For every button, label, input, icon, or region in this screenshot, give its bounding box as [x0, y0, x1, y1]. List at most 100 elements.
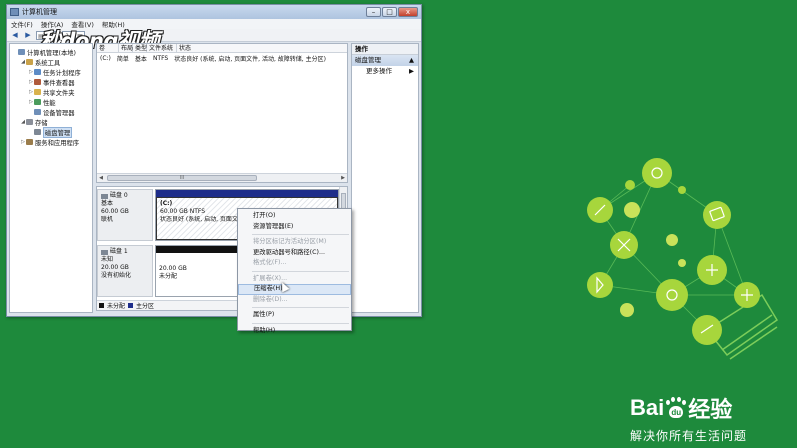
tree-node[interactable]: 计算机管理(本地) — [10, 47, 92, 57]
maximize-button[interactable]: □ — [382, 7, 397, 17]
logo-text-bai: Bai — [630, 395, 665, 420]
legend-swatch-primary — [128, 303, 134, 308]
column-header-volume[interactable]: 卷 — [97, 44, 119, 52]
tree-node-label: 计算机管理(本地) — [27, 49, 76, 57]
tree-node-label: 设备管理器 — [43, 109, 75, 117]
context-menu-item[interactable]: 打开(O) — [238, 211, 351, 222]
disk-type: 未知 — [101, 256, 114, 263]
disk-type: 基本 — [101, 200, 114, 207]
disk-name: 磁盘 0 — [110, 192, 128, 199]
tree-node-icon — [26, 119, 33, 125]
baidu-paw-icon: du — [665, 397, 687, 419]
column-header-layout[interactable]: 布局 — [119, 44, 133, 52]
baidu-jingyan-logo: Bai du 经验 — [630, 392, 747, 424]
actions-section-label: 磁盘管理 — [355, 56, 381, 64]
tree-node-label: 共享文件夹 — [43, 89, 75, 97]
tree-node[interactable]: ▷ 任务计划程序 — [10, 67, 92, 77]
column-header-type[interactable]: 类型 — [133, 44, 147, 52]
tree-node-label: 服务和应用程序 — [35, 139, 80, 147]
close-button[interactable]: x — [398, 7, 418, 17]
disk-size: 60.00 GB — [101, 208, 129, 215]
disk-info-0[interactable]: 磁盘 0 基本 60.00 GB 联机 — [97, 189, 153, 241]
status-cell: 状态良好 (系统, 启动, 页面文件, 活动, 故障转储, 主分区) — [174, 55, 326, 63]
column-header-status[interactable]: 状态 — [177, 44, 347, 52]
volume-list: 卷 布局 类型 文件系统 状态 (C:) 简单 基本 NTFS 状态良好 (系统… — [96, 43, 348, 183]
volume-row[interactable]: (C:) 简单 基本 NTFS 状态良好 (系统, 启动, 页面文件, 活动, … — [97, 53, 347, 63]
column-header-filesystem[interactable]: 文件系统 — [147, 44, 177, 52]
tree-node[interactable]: 磁盘管理 — [10, 126, 92, 138]
disk-icon — [101, 193, 108, 199]
more-actions-label: 更多操作 — [366, 67, 392, 75]
tree-node[interactable]: ▷ 事件查看器 — [10, 77, 92, 87]
tree-node-icon — [34, 99, 41, 105]
tree-node-label: 性能 — [43, 99, 56, 107]
tree-node-label: 存储 — [35, 119, 48, 127]
baidu-jingyan-branding: Bai du 经验 解决你所有生活问题 — [630, 392, 747, 444]
tree-node[interactable]: ▷ 服务和应用程序 — [10, 137, 92, 147]
partition-title: (C:) — [160, 200, 173, 207]
collapse-arrow-icon[interactable]: ▲ — [409, 55, 414, 66]
tree-node[interactable]: ▷ 性能 — [10, 97, 92, 107]
context-menu-item[interactable]: 资源管理器(E) — [238, 222, 351, 233]
logo-text-du: du — [669, 406, 684, 418]
tree-node[interactable]: 设备管理器 — [10, 107, 92, 117]
main-content: 计算机管理(本地) ◢ 系统工具 ▷ 任务计划程序 ▷ 事件查看器 ▷ 共享文件夹 ▷ 性能设备管理… — [7, 43, 421, 313]
forward-arrow-icon[interactable]: ▶ — [23, 31, 33, 40]
navigation-tree: 计算机管理(本地) ◢ 系统工具 ▷ 任务计划程序 ▷ 事件查看器 ▷ 共享文件夹 ▷ 性能设备管理… — [9, 43, 93, 313]
computer-management-icon — [10, 8, 19, 16]
type-cell: 基本 — [134, 55, 147, 63]
context-menu: 打开(O) 资源管理器(E) 将分区标记为活动分区(M) 更改驱动器号和路径(C)..… — [237, 208, 352, 334]
tree-node[interactable]: ◢ 系统工具 — [10, 57, 92, 67]
disk-info-1[interactable]: 磁盘 1 未知 20.00 GB 没有初始化 — [97, 245, 153, 297]
slogan: 解决你所有生活问题 — [630, 429, 748, 443]
tree-node-icon — [34, 109, 41, 115]
title-bar[interactable]: 计算机管理 – □ x — [7, 5, 421, 19]
legend-swatch-unallocated — [99, 303, 104, 308]
minimize-button[interactable]: – — [366, 7, 381, 17]
disk-size: 20.00 GB — [101, 264, 129, 271]
partition-band — [156, 190, 338, 197]
disk-name: 磁盘 1 — [110, 248, 128, 255]
disk-state: 联机 — [101, 216, 114, 223]
context-menu-item: 格式化(F)... — [253, 259, 287, 266]
tree-node-icon — [34, 89, 41, 95]
scroll-left-icon[interactable]: ◀ — [97, 175, 105, 181]
back-arrow-icon[interactable]: ◀ — [10, 31, 20, 40]
context-menu-item: 扩展卷(X)... — [253, 274, 288, 282]
chevron-right-icon: ▶ — [409, 67, 414, 75]
more-actions-item[interactable]: 更多操作 ▶ — [352, 66, 418, 77]
menu-separator — [252, 307, 349, 308]
volume-cell: (C:) — [100, 54, 111, 62]
volume-list-header: 卷 布局 类型 文件系统 状态 — [97, 44, 347, 53]
tree-node-label: 事件查看器 — [43, 79, 75, 87]
scroll-thumb[interactable]: III — [107, 175, 257, 181]
disk-icon — [101, 249, 108, 255]
tree-node-icon — [34, 129, 41, 135]
tree-node-icon — [34, 69, 41, 75]
layout-cell: 简单 — [116, 55, 129, 63]
tree-node-icon — [26, 59, 33, 65]
actions-header: 操作 — [352, 44, 418, 55]
tree-node-label: 任务计划程序 — [43, 69, 81, 77]
menu-file[interactable]: 文件(F) — [11, 19, 33, 29]
tree-node-icon — [26, 139, 33, 145]
tree-node-label: 系统工具 — [35, 59, 61, 67]
legend-label: 未分配 — [107, 303, 126, 310]
context-menu-item[interactable]: 属性(P) — [238, 310, 351, 321]
lightbulb-illustration — [587, 158, 779, 360]
tree-node-label: 磁盘管理 — [43, 126, 73, 138]
horizontal-scrollbar[interactable]: ◀ III ▶ — [97, 173, 347, 182]
tree-node[interactable]: ◢ 存储 — [10, 117, 92, 127]
tree-node-icon — [34, 79, 41, 85]
scroll-right-icon[interactable]: ▶ — [339, 175, 347, 181]
menu-separator — [252, 234, 349, 235]
filesystem-cell: NTFS — [152, 54, 169, 62]
actions-pane: 操作 磁盘管理 ▲ 更多操作 ▶ — [351, 43, 419, 313]
tree-node[interactable]: ▷ 共享文件夹 — [10, 87, 92, 97]
disk-state: 没有初始化 — [101, 272, 132, 279]
context-menu-item[interactable]: 帮助(H) — [238, 326, 351, 337]
context-menu-item[interactable]: 压缩卷(H)... — [238, 284, 351, 295]
tree-node-icon — [18, 49, 25, 55]
context-menu-item[interactable]: 更改驱动器号和路径(C)... — [238, 248, 351, 259]
actions-section[interactable]: 磁盘管理 ▲ — [352, 55, 418, 66]
